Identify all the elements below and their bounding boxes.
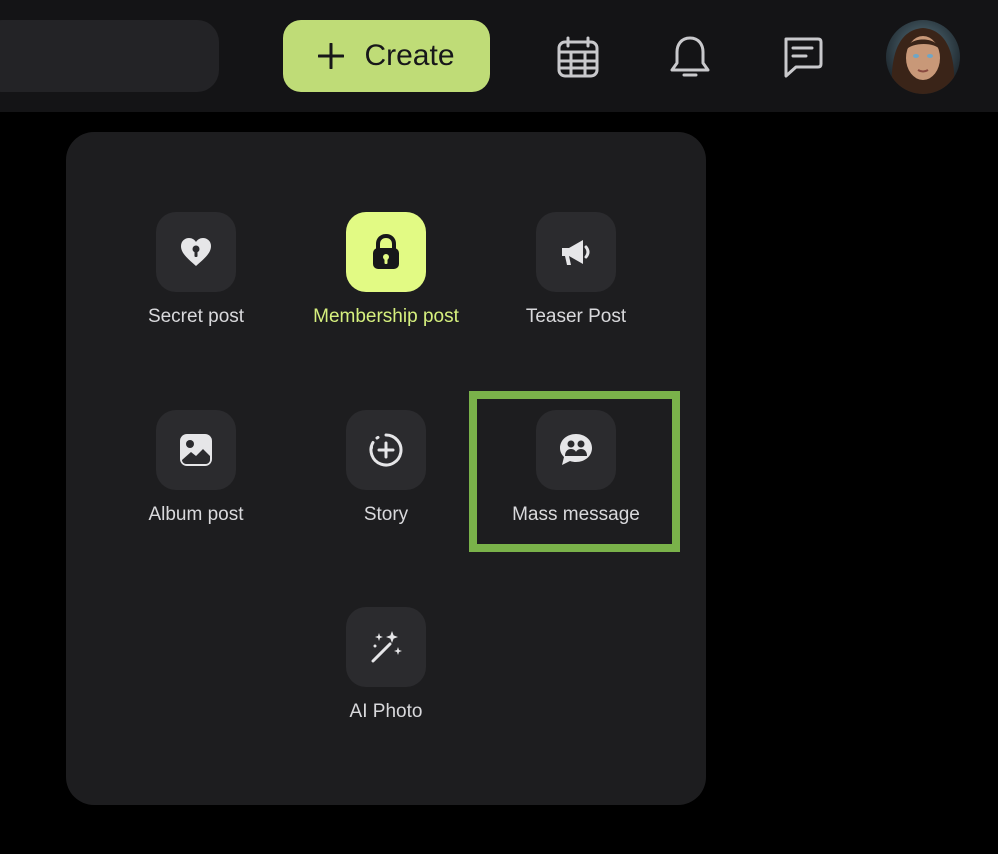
create-menu: Secret post Membership post Teaser Post <box>66 132 706 805</box>
image-icon <box>180 434 212 466</box>
ai-photo-tile <box>346 607 426 687</box>
menu-item-secret-post[interactable]: Secret post <box>101 212 291 342</box>
menu-item-album-post[interactable]: Album post <box>101 410 291 540</box>
top-bar: Create <box>0 0 998 112</box>
avatar[interactable] <box>886 20 960 94</box>
album-post-tile <box>156 410 236 490</box>
magic-wand-icon <box>371 631 402 663</box>
menu-item-label: Secret post <box>147 306 245 327</box>
megaphone-icon <box>562 240 590 265</box>
menu-item-ai-photo[interactable]: AI Photo <box>291 607 481 737</box>
menu-item-label: Album post <box>148 504 244 525</box>
teaser-post-tile <box>536 212 616 292</box>
menu-item-label: Mass message <box>512 504 640 525</box>
menu-item-label: Teaser Post <box>525 306 627 327</box>
bell-icon[interactable] <box>667 34 713 80</box>
chat-icon[interactable] <box>779 34 825 80</box>
menu-item-label: Story <box>363 504 409 525</box>
plus-icon <box>318 43 345 69</box>
menu-item-story[interactable]: Story <box>291 410 481 540</box>
calendar-icon[interactable] <box>555 34 601 80</box>
menu-item-label: AI Photo <box>349 701 423 722</box>
group-chat-icon <box>560 434 592 465</box>
story-plus-icon <box>369 433 403 467</box>
mass-message-tile <box>536 410 616 490</box>
menu-item-label: Membership post <box>313 306 459 327</box>
menu-item-mass-message[interactable]: Mass message <box>481 410 671 540</box>
membership-post-tile <box>346 212 426 292</box>
secret-post-tile <box>156 212 236 292</box>
menu-item-membership-post[interactable]: Membership post <box>291 212 481 342</box>
menu-item-teaser-post[interactable]: Teaser Post <box>481 212 671 342</box>
create-button[interactable]: Create <box>283 20 490 92</box>
lock-icon <box>373 233 399 269</box>
search-input[interactable] <box>0 20 219 92</box>
story-tile <box>346 410 426 490</box>
create-label: Create <box>364 39 455 72</box>
heart-lock-icon <box>181 238 211 266</box>
